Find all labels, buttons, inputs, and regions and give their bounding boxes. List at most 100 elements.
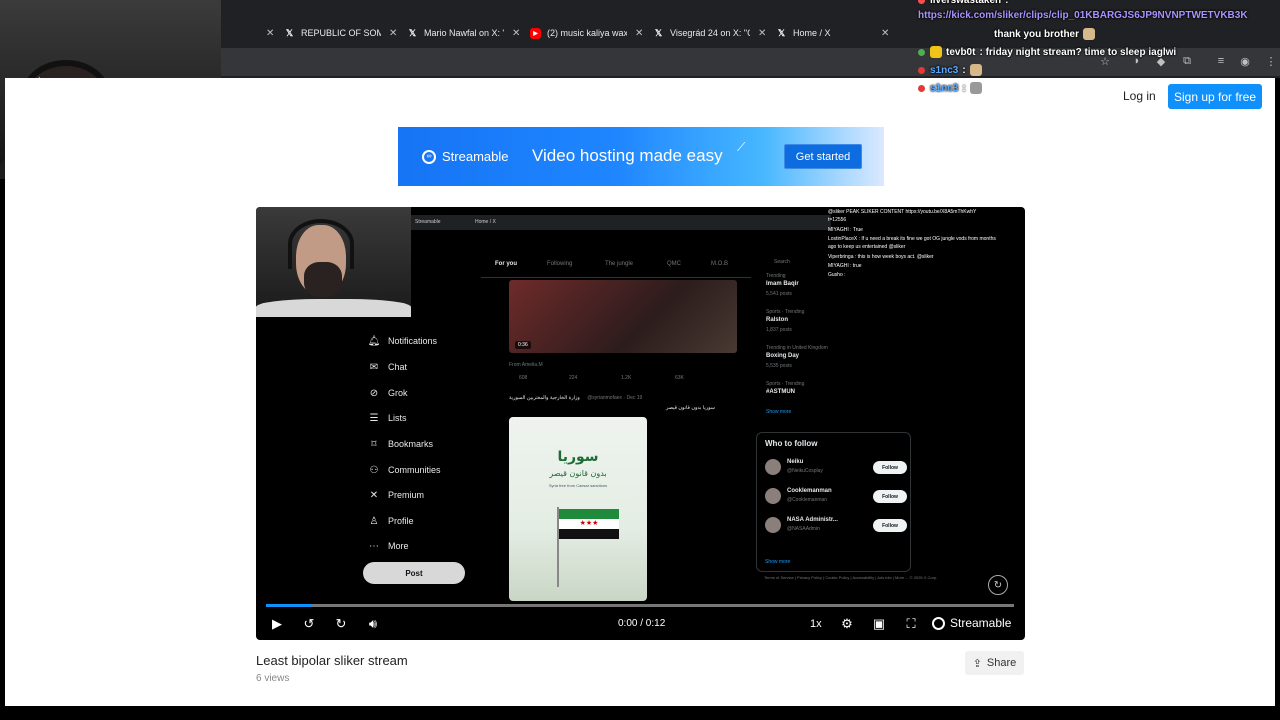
video-chat-line: ago to keep us entertained @sliker <box>828 244 906 250</box>
trend-name: Ralston <box>766 317 789 323</box>
chat-line: tevb0t: friday night stream? time to sle… <box>918 46 1176 58</box>
tab-home-x[interactable]: 𝕏 Home / X ✕ <box>776 22 890 44</box>
progress-bar[interactable] <box>266 604 1014 607</box>
youtube-icon: ▶ <box>530 27 541 39</box>
video-browser-tabs: Streamable Home / X <box>411 215 831 230</box>
close-icon[interactable]: ✕ <box>512 28 520 39</box>
nav-premium: ✕ Premium <box>368 489 424 501</box>
image-title: سوريا <box>557 449 599 465</box>
x-logo-icon: 𝕏 <box>408 27 417 38</box>
more-icon: ⋯ <box>369 540 379 552</box>
suggestion-name: Neiku <box>787 459 804 465</box>
syria-flag: ★★★ <box>559 509 619 539</box>
tab-close-prev[interactable]: ✕ <box>258 22 274 44</box>
nav-lists: ☰ Lists <box>368 412 407 424</box>
close-icon[interactable]: ✕ <box>758 28 766 39</box>
time-display: 0:00 / 0:12 <box>618 618 666 629</box>
close-icon[interactable]: ✕ <box>389 28 397 39</box>
nav-chat: ✉ Chat <box>368 361 407 373</box>
video-feed-tabs: For you Following The jungle QMC M.O.B <box>481 255 751 277</box>
suggestion-name: Cooklemanman <box>787 488 832 494</box>
nav-label: Communities <box>388 465 441 475</box>
banner-logo: ∞ Streamable <box>422 149 508 164</box>
rewind-icon[interactable]: ↺ <box>300 615 318 633</box>
x-logo-icon: 𝕏 <box>285 27 294 38</box>
feed-tab: The jungle <box>605 261 634 267</box>
ad-banner[interactable]: ∞ Streamable Video hosting made easy ⟋ Ge… <box>398 127 884 186</box>
video-chat-line: Viperbringa : this is how week boys act.… <box>828 254 934 260</box>
x-premium-icon: ✕ <box>369 489 379 501</box>
nav-label: Premium <box>388 490 425 500</box>
trend-name: #ASTMUN <box>766 389 796 395</box>
get-started-button[interactable]: Get started <box>784 144 862 169</box>
nav-label: Profile <box>388 516 414 526</box>
chat-line: s1nc3: <box>918 82 982 94</box>
nav-more: ⋯ More <box>368 540 409 552</box>
chat-line[interactable]: https://kick.com/sliker/clips/clip_01KBA… <box>918 10 1248 21</box>
feed-tab: QMC <box>667 261 681 267</box>
bell-icon: 🔔︎ <box>367 335 381 347</box>
share-label: Share <box>986 657 1017 669</box>
chat-link[interactable]: https://kick.com/sliker/clips/clip_01KBA… <box>918 10 1248 21</box>
list-icon: ☰ <box>369 412 379 424</box>
banner-logo-text: Streamable <box>442 149 509 164</box>
video-webcam <box>256 207 411 317</box>
picture-in-picture-icon[interactable]: ▣ <box>870 615 888 633</box>
x-logo-icon: 𝕏 <box>654 27 663 38</box>
trend-category: Sports · Trending <box>766 381 805 387</box>
video-player[interactable]: Streamable Home / X @sliker PEAK SLIKER … <box>256 207 1025 640</box>
trend-name: Imam Baqir <box>766 281 799 287</box>
close-icon[interactable]: ✕ <box>881 28 889 39</box>
badge-icon <box>918 0 925 4</box>
tab-youtube-music[interactable]: ▶ (2) music kaliya waxa ✕ <box>530 22 643 44</box>
trend-posts: 1,837 posts <box>766 327 792 333</box>
video-chat-line: @sliker PEAK SLIKER CONTENT https://yout… <box>828 209 977 215</box>
chat-text: thank you brother <box>994 28 1080 40</box>
tweet-handle: @syrianmofaex · Dec 19 <box>587 395 643 401</box>
nav-label: More <box>388 541 409 551</box>
avatar <box>765 517 781 533</box>
forward-icon[interactable]: ↻ <box>332 615 350 633</box>
video-post-button: Post <box>363 562 465 584</box>
settings-gear-icon[interactable]: ⚙ <box>838 615 856 633</box>
speed-button[interactable]: 1x <box>810 618 822 630</box>
loop-icon[interactable]: ↻ <box>988 575 1008 595</box>
video-tab: Home / X <box>475 219 496 225</box>
emote-icon <box>969 82 982 94</box>
play-icon[interactable]: ▶ <box>268 615 286 633</box>
close-icon[interactable]: ✕ <box>635 28 643 39</box>
communities-icon: ⚇ <box>369 464 379 476</box>
tweet-author: وزارة الخارجية والمغتربين السورية <box>509 395 580 401</box>
trend-category: Sports · Trending <box>766 309 805 315</box>
view-count: 63K <box>675 375 684 381</box>
nav-label: Chat <box>388 362 408 372</box>
chat-text: friday night stream? time to sleep iaglw… <box>985 46 1177 58</box>
search-box: Search <box>774 259 790 265</box>
tab-label: Visegrád 24 on X: "C <box>670 28 750 38</box>
follow-suggestion: NASA Administr... @NASAAdmin Follow <box>765 515 907 537</box>
sparkle-icon: ⟋ <box>737 140 746 154</box>
tab-republic-of-somalia[interactable]: 𝕏 REPUBLIC OF SOMALI ✕ <box>284 22 398 44</box>
share-button[interactable]: ⇪ Share <box>965 651 1024 675</box>
nav-label: Bookmarks <box>388 439 434 449</box>
video-chat-line: t=12556 <box>828 217 847 223</box>
close-icon[interactable]: ✕ <box>266 28 274 39</box>
tab-mario-nawfal[interactable]: 𝕏 Mario Nawfal on X: " ✕ <box>407 22 521 44</box>
badge-icon <box>918 84 925 92</box>
badge-icon <box>918 48 925 56</box>
fullscreen-icon[interactable]: ⛶ <box>902 615 920 633</box>
reply-count: 608 <box>519 375 528 381</box>
nav-label: Notifications <box>388 336 438 346</box>
tab-label: Home / X <box>793 28 831 38</box>
nav-communities: ⚇ Communities <box>368 464 441 476</box>
who-to-follow-title: Who to follow <box>765 439 818 448</box>
streamable-brand-link[interactable]: Streamable <box>932 616 1011 630</box>
trend-posts: 5,541 posts <box>766 291 792 297</box>
chat-user: liverswastaken <box>930 0 1002 6</box>
video-chat-line: Gusho : <box>828 272 846 278</box>
volume-icon[interactable]: 🔊︎ <box>364 615 382 633</box>
progress-fill <box>266 604 311 607</box>
tab-visegrad[interactable]: 𝕏 Visegrád 24 on X: "C ✕ <box>653 22 767 44</box>
feed-tab: For you <box>495 261 517 267</box>
suggestion-handle: @NeikuCosplay <box>787 468 823 474</box>
